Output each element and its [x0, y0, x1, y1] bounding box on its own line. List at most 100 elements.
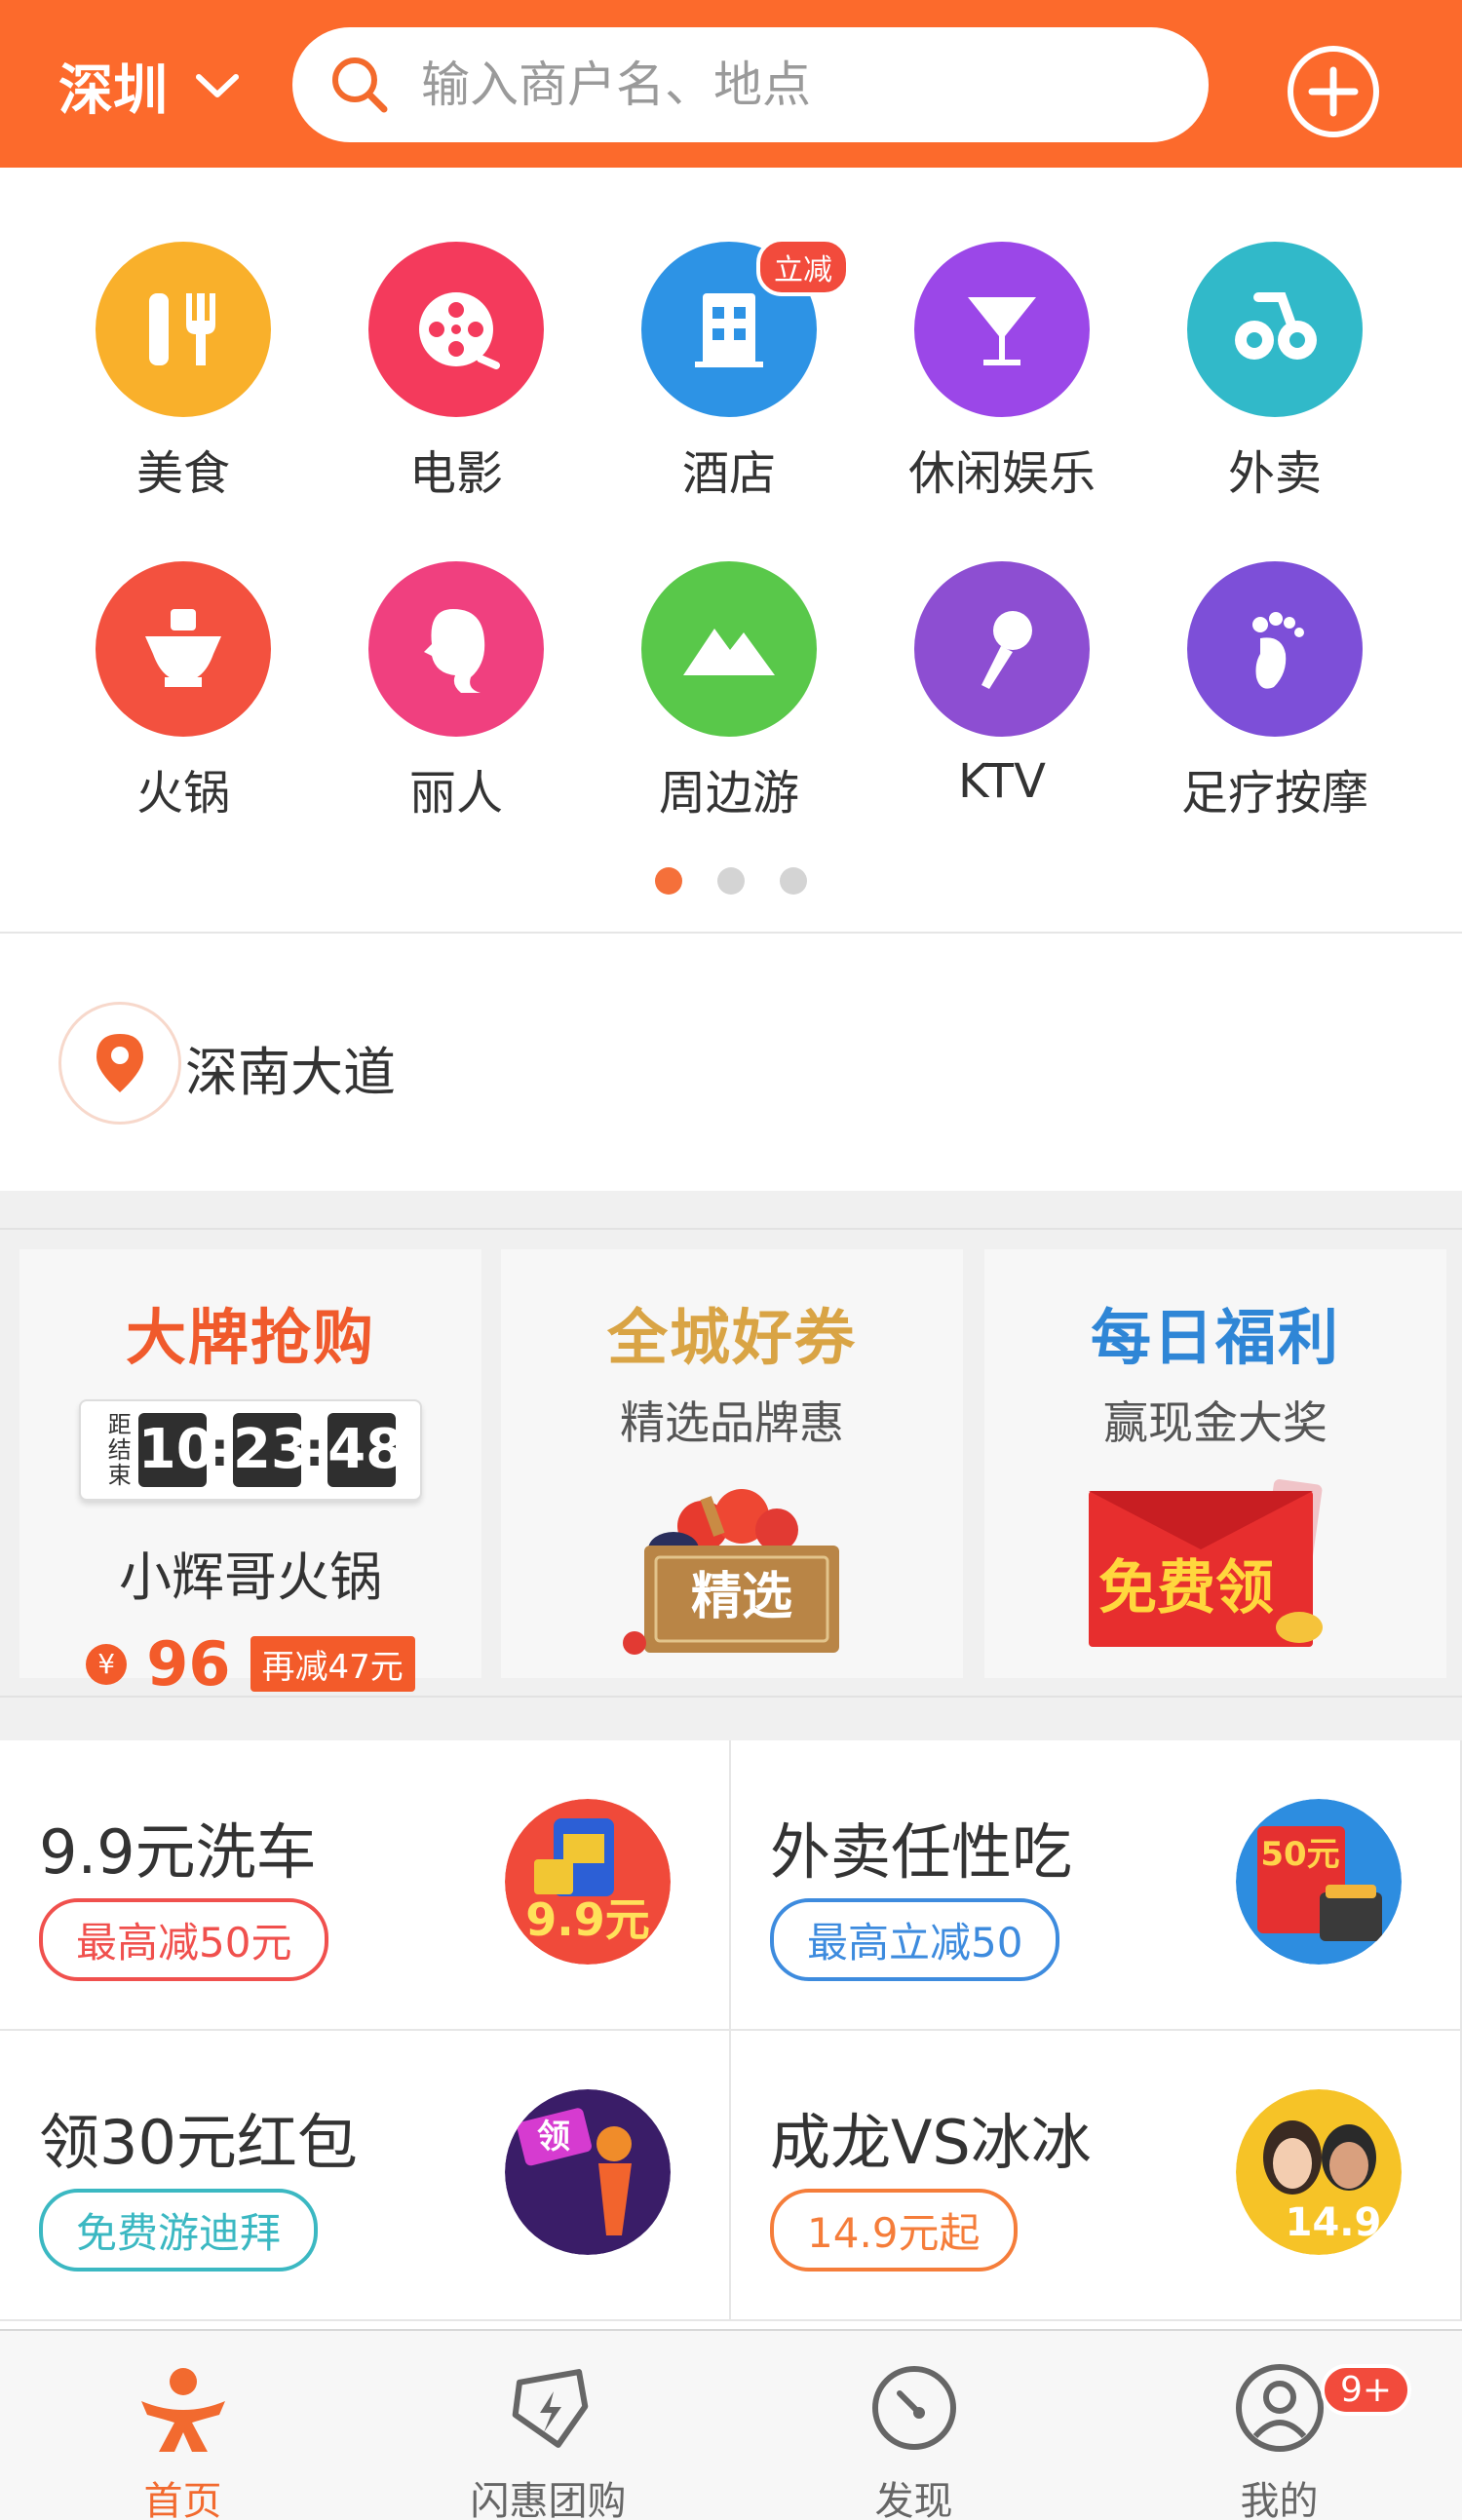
svg-text:领: 领	[537, 2118, 570, 2157]
daily-bonus-card[interactable]: 每日福利 赢现金大奖 免费领	[984, 1249, 1446, 1678]
daily-subtitle: 赢现金大奖	[1103, 1396, 1327, 1449]
movie-icon	[368, 242, 544, 417]
deal-title: 9.9元洗车	[39, 1816, 317, 1888]
deal-car-wash[interactable]: 9.9元洗车 最高减50元 9.9元	[0, 1740, 731, 2031]
location-text: 深南大道	[185, 1042, 396, 1103]
search-box[interactable]	[292, 27, 1209, 142]
category-hotpot[interactable]: 火锅	[47, 561, 320, 834]
svg-text:50元: 50元	[1260, 1835, 1339, 1874]
red-envelope-image: 免费领	[1089, 1479, 1323, 1647]
category-grid: 美食 电影 立减 酒店 休闲娱乐 外卖 火锅 丽人 周边游 KTV 足疗按摩	[0, 168, 1462, 934]
singer-image: 领	[505, 2089, 671, 2255]
daily-title: 每日福利	[1090, 1302, 1340, 1373]
home-icon	[140, 2368, 225, 2452]
category-foot-massage[interactable]: 足疗按摩	[1138, 561, 1411, 834]
city-label: 深圳	[58, 58, 168, 123]
search-input[interactable]	[421, 57, 1103, 113]
category-label: 丽人	[408, 766, 503, 821]
top-bar: 深圳	[0, 0, 1462, 168]
category-label: 电影	[408, 446, 503, 501]
category-label: 休闲娱乐	[907, 446, 1096, 501]
mountain-icon	[641, 561, 817, 737]
deal-tag: 最高减50元	[39, 1898, 329, 1981]
envelope-label: 免费领	[1098, 1554, 1274, 1623]
timer-hours: 10	[137, 1413, 214, 1487]
coupon-subtitle: 精选品牌惠	[620, 1396, 844, 1449]
tab-label: 发现	[874, 2479, 953, 2520]
deal-takeout[interactable]: 外卖任性吃 最高立减50 50元	[731, 1740, 1462, 2031]
car-wash-image: 9.9元	[505, 1799, 671, 1965]
hotel-icon: 立减	[641, 238, 850, 417]
tab-label: 闪惠团购	[470, 2479, 627, 2520]
tab-label: 我的	[1240, 2479, 1319, 2520]
tab-discover[interactable]: 发现	[731, 2331, 1096, 2520]
tab-home[interactable]: 首页	[0, 2331, 366, 2520]
category-label: KTV	[958, 754, 1046, 809]
category-hotel[interactable]: 立减 酒店	[593, 238, 866, 515]
category-leisure[interactable]: 休闲娱乐	[866, 242, 1138, 515]
page-dot[interactable]	[717, 867, 745, 895]
deal-title: 成龙VS冰冰	[770, 2107, 1092, 2178]
deal-tag: 最高立减50	[770, 1898, 1060, 1981]
add-button[interactable]	[1285, 43, 1382, 140]
bottom-tab-bar: 首页 闪惠团购 发现 我的 9+	[0, 2329, 1462, 2520]
section-divider	[0, 1191, 1462, 1230]
city-selector[interactable]: 深圳	[58, 47, 242, 125]
coupon-title: 全城好券	[606, 1302, 857, 1373]
chevron-down-icon	[196, 74, 239, 97]
page-dot[interactable]	[780, 867, 807, 895]
profile-icon	[1235, 2364, 1324, 2452]
timer-label: 距结束	[107, 1411, 132, 1489]
category-label: 足疗按摩	[1180, 766, 1368, 821]
page-indicator	[0, 867, 1462, 895]
category-food[interactable]: 美食	[47, 242, 320, 515]
promo-row: 大牌抢购 距结束 10 : 23 : 48 小辉哥火锅 ¥ 96 再减47元 全…	[0, 1230, 1462, 1699]
deal-title: 外卖任性吃	[770, 1816, 1073, 1888]
deal-tag: 14.9元起	[770, 2189, 1018, 2272]
city-coupon-card[interactable]: 全城好券 精选品牌惠 精选	[501, 1249, 963, 1678]
notification-badge: 9+	[1321, 2364, 1412, 2416]
shop-name: 小辉哥火锅	[119, 1546, 382, 1608]
section-divider	[0, 1696, 1462, 1740]
takeout-icon	[1187, 242, 1363, 417]
flash-sale-title: 大牌抢购	[125, 1302, 375, 1373]
category-beauty[interactable]: 丽人	[320, 561, 593, 834]
deal-title: 领30元红包	[39, 2107, 358, 2178]
flash-sale-card[interactable]: 大牌抢购 距结束 10 : 23 : 48 小辉哥火锅 ¥ 96 再减47元	[19, 1249, 481, 1699]
category-takeout[interactable]: 外卖	[1138, 242, 1411, 515]
tab-flash-deals[interactable]: 闪惠团购	[366, 2331, 731, 2520]
page-dot-active[interactable]	[655, 867, 682, 895]
flash-deal-icon	[512, 2369, 588, 2448]
movie-stars-image: 14.9	[1236, 2089, 1402, 2255]
countdown-timer: 距结束 10 : 23 : 48	[79, 1399, 422, 1501]
svg-text:9.9元: 9.9元	[525, 1893, 650, 1946]
category-label: 周边游	[658, 766, 799, 821]
price-line: ¥ 96 再减47元	[19, 1628, 481, 1699]
deal-red-envelope[interactable]: 领30元红包 免费游迪拜 领	[0, 2031, 731, 2321]
footprint-icon	[1187, 561, 1363, 737]
hotpot-icon	[96, 561, 271, 737]
category-label: 外卖	[1227, 446, 1322, 501]
cocktail-icon	[914, 242, 1090, 417]
category-nearby-travel[interactable]: 周边游	[593, 561, 866, 834]
category-ktv[interactable]: KTV	[866, 561, 1138, 834]
extra-discount-badge: 再减47元	[250, 1636, 415, 1692]
red-packet-image: 50元	[1236, 1799, 1402, 1965]
search-icon	[332, 57, 388, 113]
food-icon	[96, 242, 271, 417]
timer-minutes: 23	[233, 1413, 309, 1487]
discount-badge: 立减	[756, 238, 850, 296]
category-label: 美食	[135, 446, 230, 501]
deal-tag: 免费游迪拜	[39, 2189, 319, 2272]
location-pin-icon	[58, 1002, 181, 1125]
category-label: 酒店	[681, 446, 776, 501]
stamp-label: 精选	[691, 1568, 792, 1626]
deal-movie[interactable]: 成龙VS冰冰 14.9元起 14.9	[731, 2031, 1462, 2321]
dessert-image: 精选	[623, 1489, 839, 1655]
price-value: 96	[146, 1628, 231, 1699]
tab-profile[interactable]: 我的 9+	[1096, 2331, 1462, 2520]
category-movie[interactable]: 电影	[320, 242, 593, 515]
category-label: 火锅	[135, 766, 230, 821]
location-bar[interactable]: 深南大道	[0, 934, 1462, 1191]
tab-label: 首页	[143, 2479, 222, 2520]
